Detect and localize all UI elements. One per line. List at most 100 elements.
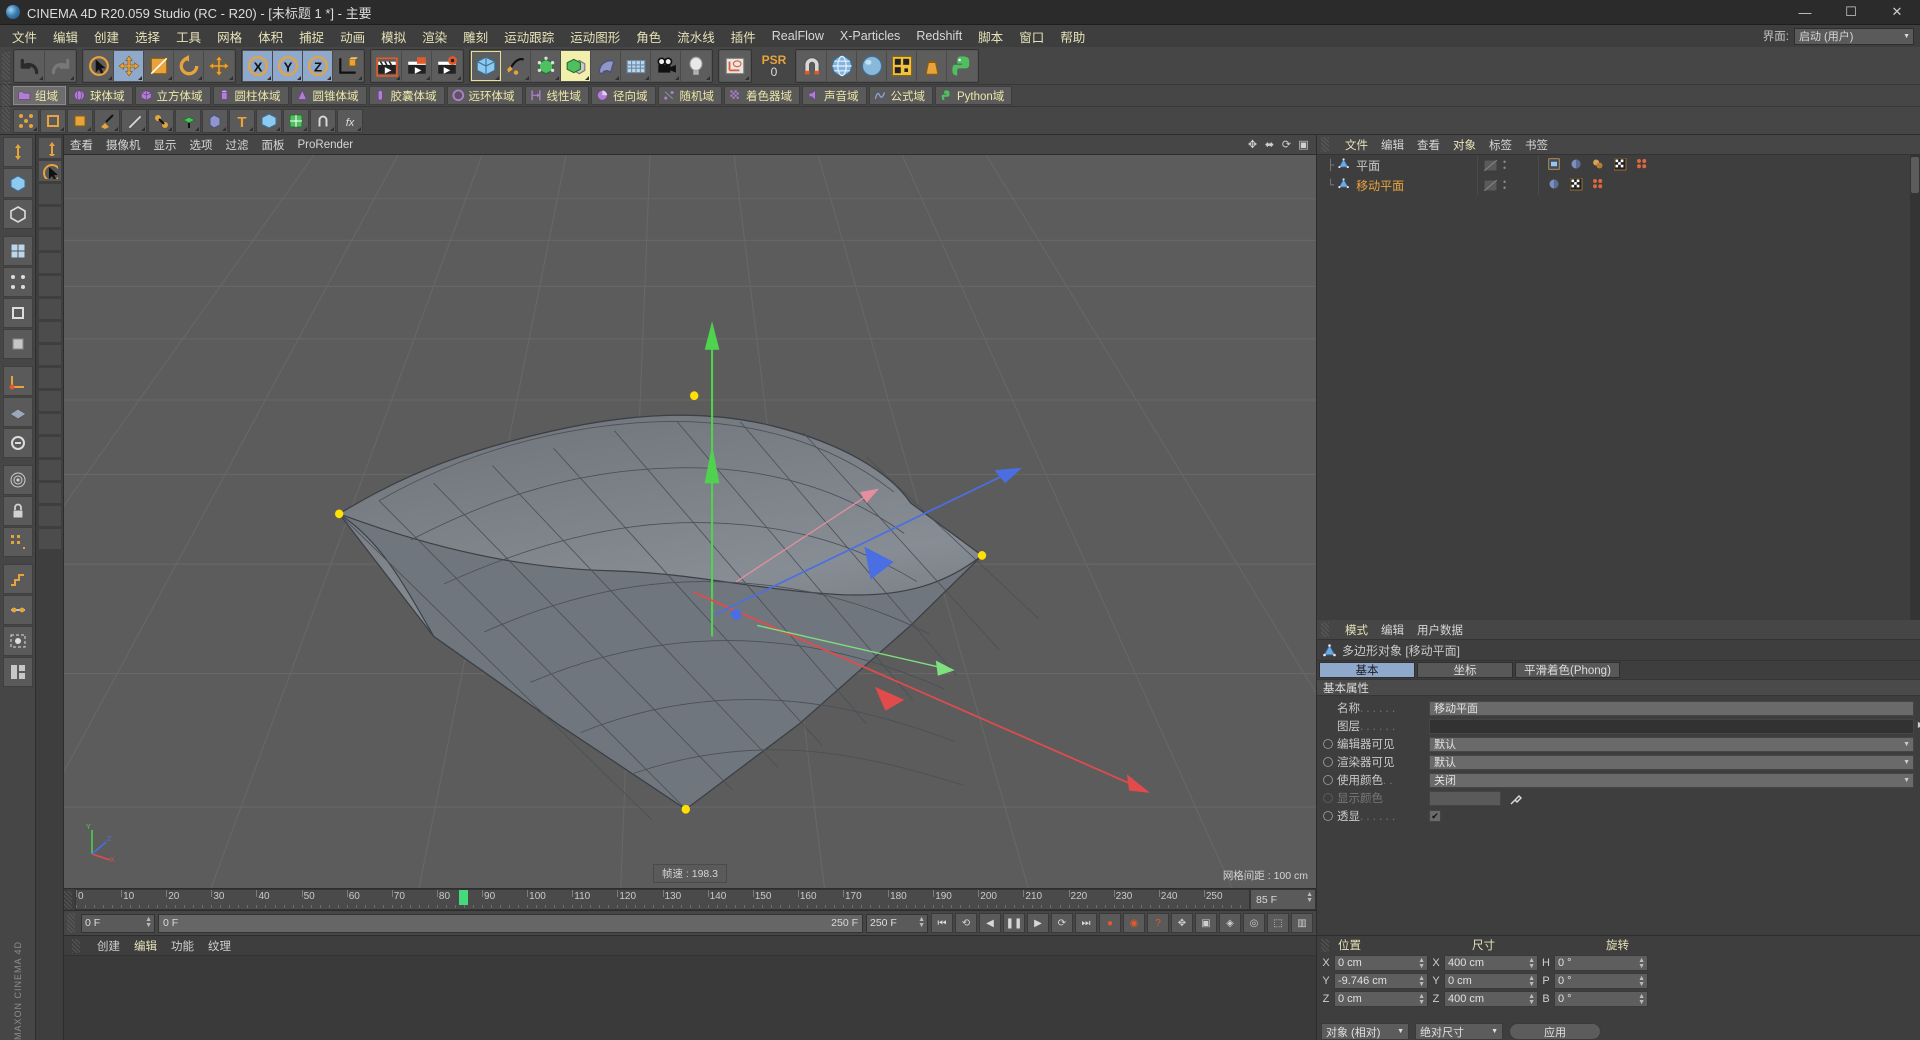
tool-grid-snap[interactable] — [2, 527, 33, 557]
menu-item-4[interactable]: 工具 — [168, 25, 209, 48]
field-button-6[interactable]: 远环体域 — [446, 86, 523, 105]
viewport-move-icon[interactable]: ✥ — [1246, 138, 1259, 151]
rotate-tool[interactable] — [174, 50, 204, 81]
object-row[interactable]: ├ 平面 • • — [1317, 155, 1920, 175]
render-view-button[interactable] — [372, 50, 402, 81]
viewport-menu-5[interactable]: 面板 — [262, 137, 285, 153]
toolstrip-slot-10[interactable] — [37, 413, 62, 435]
material-list[interactable] — [64, 955, 1316, 1040]
toolstrip-slot-12[interactable] — [37, 459, 62, 481]
viewport-menu-3[interactable]: 选项 — [190, 137, 213, 153]
tool-object-mode[interactable] — [2, 199, 33, 229]
attr-anim-radio[interactable] — [1323, 793, 1333, 803]
menu-item-19[interactable]: Redshift — [908, 27, 970, 45]
attr-anim-radio[interactable] — [1323, 739, 1333, 749]
attr-anim-radio[interactable] — [1323, 811, 1333, 821]
autokeying-button[interactable]: ◉ — [1123, 913, 1145, 933]
toolstrip-slot-3[interactable] — [37, 252, 62, 274]
field-button-13[interactable]: Python域 — [935, 86, 1013, 105]
field-button-9[interactable]: 随机域 — [657, 86, 722, 105]
field-button-3[interactable]: 圆柱体域 — [212, 86, 289, 105]
toolstrip-slot-14[interactable] — [37, 505, 62, 527]
attributes-menu-0[interactable]: 模式 — [1345, 622, 1368, 638]
tool-workplane[interactable] — [2, 397, 33, 427]
material-menu-3[interactable]: 纹理 — [208, 938, 231, 954]
spinner-icon[interactable]: ▲ ▼ — [1418, 957, 1425, 970]
field-button-12[interactable]: 公式域 — [868, 86, 933, 105]
attr-anim-radio[interactable] — [1323, 757, 1333, 767]
toolstrip-slot-8[interactable] — [37, 367, 62, 389]
viewport-menu-0[interactable]: 查看 — [70, 137, 93, 153]
position-field[interactable]: 0 cm ▲ ▼ — [1334, 955, 1428, 971]
go-to-start-button[interactable]: ⏮ — [931, 913, 953, 933]
attr-checkbox[interactable]: ✔ — [1429, 810, 1441, 822]
light-button[interactable] — [681, 50, 711, 81]
toolstrip-slot-5[interactable] — [37, 298, 62, 320]
menu-item-1[interactable]: 编辑 — [45, 25, 86, 48]
camera-button[interactable] — [651, 50, 681, 81]
field-button-8[interactable]: 径向域 — [591, 86, 656, 105]
menu-item-20[interactable]: 脚本 — [970, 25, 1011, 48]
menu-item-11[interactable]: 雕刻 — [455, 25, 496, 48]
toolbar-grip[interactable] — [2, 51, 10, 80]
apply-button[interactable]: 应用 — [1509, 1023, 1601, 1040]
attributes-menu-2[interactable]: 用户数据 — [1417, 622, 1463, 638]
end-frame-field[interactable]: 250 F ▲ ▼ — [866, 913, 928, 933]
timeline-ruler[interactable]: 0 10 20 30 40 50 60 70 80 90 100 110 120… — [75, 889, 1250, 910]
spinner-icon[interactable]: ▲ ▼ — [1638, 975, 1645, 988]
environment-button[interactable] — [621, 50, 651, 81]
function-button[interactable]: fx — [337, 108, 363, 133]
position-key-button[interactable]: ✥ — [1171, 913, 1193, 933]
timeline-playhead[interactable] — [459, 890, 469, 905]
tool-texture-mode[interactable] — [2, 236, 33, 266]
viewport-menu-6[interactable]: ProRender — [298, 139, 354, 151]
eyedropper-icon[interactable] — [1509, 791, 1524, 806]
add-cube-button[interactable] — [471, 50, 501, 81]
object-visibility-dots[interactable]: • • — [1477, 175, 1539, 195]
x-axis-lock[interactable]: X — [243, 50, 273, 81]
object-menu-2[interactable]: 查看 — [1417, 137, 1440, 153]
toolstrip-slot-1[interactable] — [37, 206, 62, 228]
attr-dropdown[interactable]: 关闭 ▼ — [1429, 772, 1914, 788]
maximize-button[interactable]: ☐ — [1828, 0, 1874, 25]
field-button-1[interactable]: 球体域 — [68, 86, 133, 105]
menu-item-14[interactable]: 角色 — [628, 25, 669, 48]
material-menu-0[interactable]: 创建 — [97, 938, 120, 954]
object-menu-3[interactable]: 对象 — [1453, 137, 1476, 153]
tool-polygon-mode[interactable] — [2, 329, 33, 359]
field-button-11[interactable]: 声音域 — [802, 86, 867, 105]
viewport-menu-4[interactable]: 过滤 — [226, 137, 249, 153]
viewport-rotate-icon[interactable]: ⟳ — [1280, 138, 1293, 151]
spinner-icon[interactable]: ▲ ▼ — [1638, 993, 1645, 1006]
tool-lock-axis[interactable] — [2, 496, 33, 526]
visibility-toggle-icon[interactable] — [1484, 159, 1497, 171]
menu-item-7[interactable]: 捕捉 — [291, 25, 332, 48]
scale-key-button[interactable]: ▣ — [1195, 913, 1217, 933]
menu-item-10[interactable]: 渲染 — [414, 25, 455, 48]
attr-layer-input[interactable]: ▶ — [1429, 718, 1920, 734]
move-tool-2[interactable] — [204, 50, 234, 81]
frame-scrubber[interactable]: 0 F 250 F — [158, 913, 863, 933]
coordinate-mode-dropdown[interactable]: 对象 (相对) ▼ — [1321, 1023, 1409, 1040]
add-spline-button[interactable] — [501, 50, 531, 81]
viewport-axis-move-button[interactable] — [37, 137, 62, 159]
play-pause-button[interactable]: ❚❚ — [1003, 913, 1025, 933]
points-mode-button[interactable] — [13, 108, 39, 133]
interface-dropdown[interactable]: 启动 (用户) ▼ — [1794, 27, 1914, 45]
redo-button[interactable] — [45, 50, 75, 81]
extrude-tool-button[interactable] — [175, 108, 201, 133]
material-menu-2[interactable]: 功能 — [171, 938, 194, 954]
weight-button[interactable] — [917, 50, 947, 81]
toolstrip-slot-7[interactable] — [37, 344, 62, 366]
live-selection-tool[interactable] — [84, 50, 114, 81]
render-settings[interactable] — [432, 50, 462, 81]
rotation-key-button[interactable]: ◈ — [1219, 913, 1241, 933]
scrollbar-thumb[interactable] — [1911, 157, 1919, 193]
tool-quantize[interactable] — [2, 564, 33, 594]
object-manager-list[interactable]: └ 移动平面 • • ├ 平面 • • — [1317, 155, 1920, 620]
undo-button[interactable] — [15, 50, 45, 81]
menu-item-21[interactable]: 窗口 — [1011, 25, 1052, 48]
size-mode-dropdown[interactable]: 绝对尺寸 ▼ — [1415, 1023, 1503, 1040]
material-menu-1[interactable]: 编辑 — [134, 938, 157, 954]
attr-dropdown[interactable]: 默认 ▼ — [1429, 754, 1914, 770]
